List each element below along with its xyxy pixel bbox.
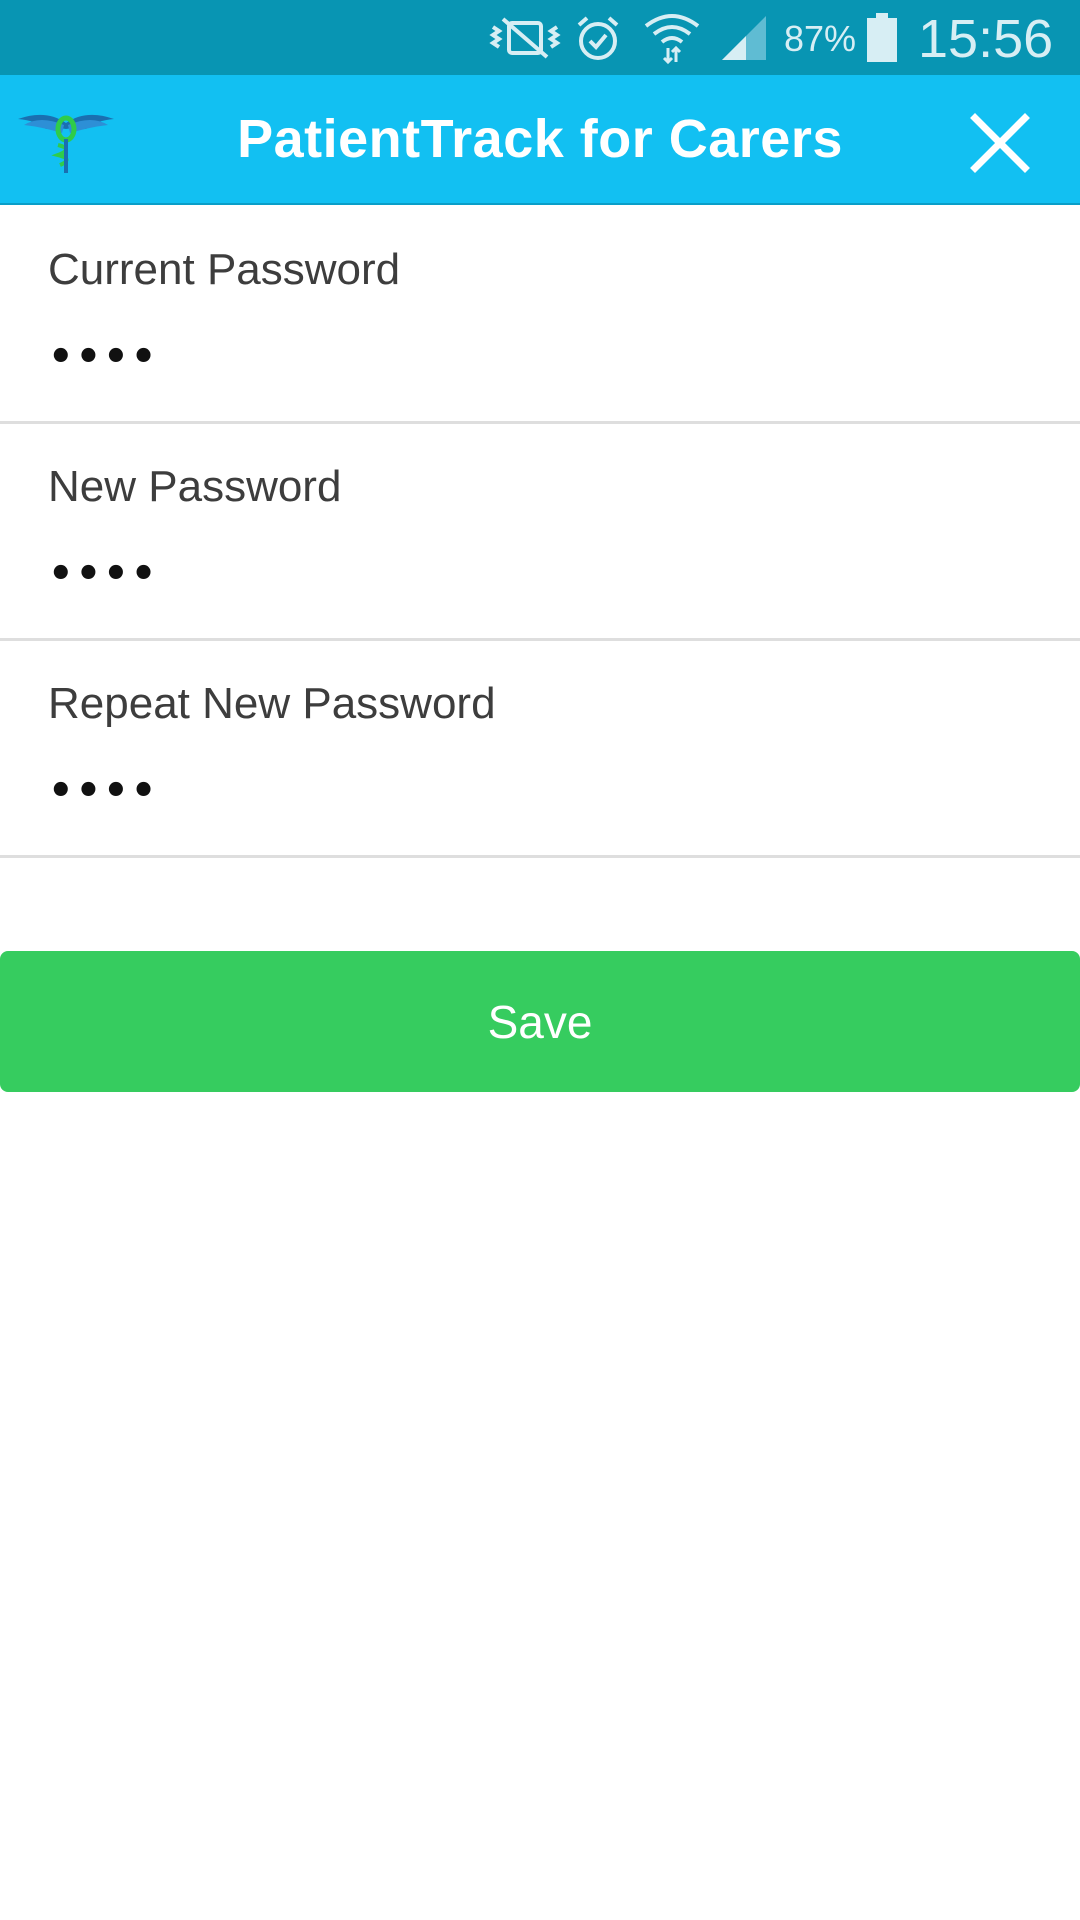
clock: 15:56	[918, 9, 1054, 69]
new-password-field: New Password	[0, 424, 1080, 641]
current-password-field: Current Password	[0, 207, 1080, 424]
battery-percent: 87%	[784, 18, 857, 59]
change-password-screen: 87% 15:56 PatientTrack for Carers Curren…	[0, 0, 1080, 1920]
battery-icon	[864, 0, 900, 75]
repeat-new-password-label: Repeat New Password	[48, 679, 496, 728]
close-button[interactable]	[960, 103, 1040, 183]
save-button[interactable]: Save	[0, 951, 1080, 1092]
repeat-new-password-field: Repeat New Password	[0, 641, 1080, 858]
new-password-input[interactable]	[48, 534, 1028, 614]
status-bar: 87% 15:56	[0, 0, 1080, 75]
new-password-label: New Password	[48, 462, 342, 511]
close-icon	[970, 113, 1030, 173]
mute-vibrate-icon	[488, 0, 562, 75]
current-password-input[interactable]	[48, 317, 1028, 397]
app-title: PatientTrack for Carers	[237, 109, 843, 169]
current-password-label: Current Password	[48, 245, 401, 294]
wifi-icon	[640, 0, 704, 75]
alarm-icon	[570, 0, 626, 75]
cell-signal-icon	[716, 0, 772, 75]
change-password-form: Current Password New Password Repeat New…	[0, 207, 1080, 858]
repeat-new-password-input[interactable]	[48, 751, 1028, 831]
app-bar: PatientTrack for Carers	[0, 75, 1080, 205]
